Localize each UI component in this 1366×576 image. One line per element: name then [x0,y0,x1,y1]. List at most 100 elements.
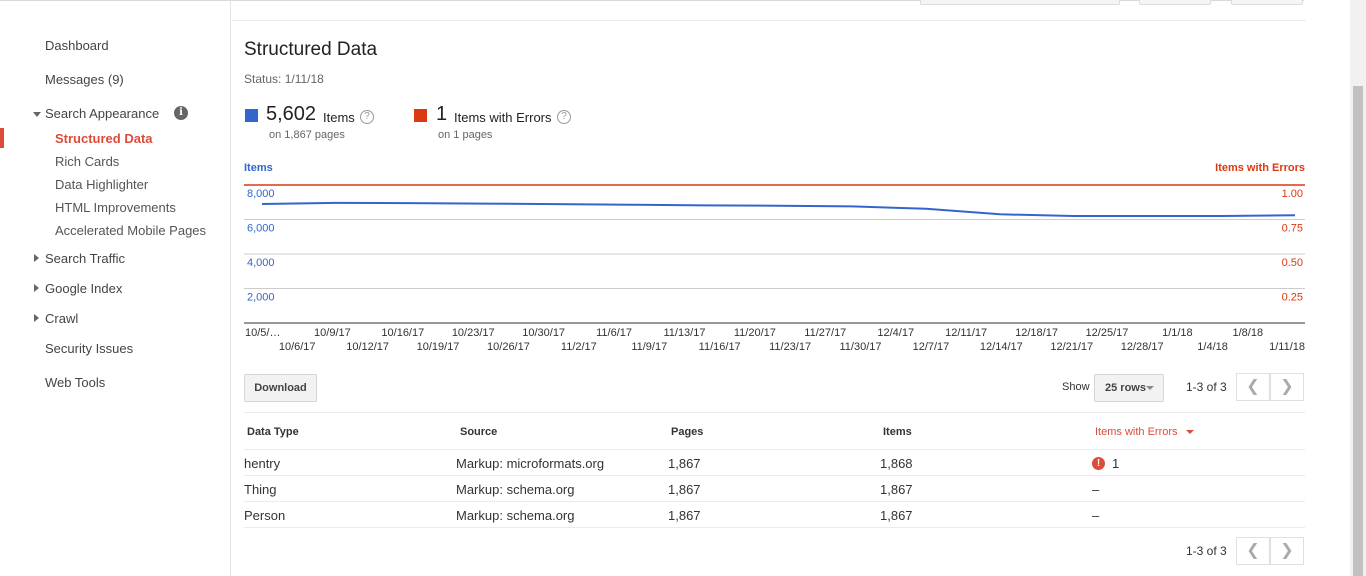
sidebar: Dashboard Messages (9) Search Appearance… [0,0,231,576]
scrollbar[interactable] [1350,0,1366,576]
help-icon[interactable]: ? [557,110,571,124]
col-header-source[interactable]: Source [460,426,497,438]
col-header-items-with-errors-label: Items with Errors [1095,426,1178,438]
col-header-pages[interactable]: Pages [671,426,703,438]
x-tick-label: 11/13/17 [663,327,705,339]
left-tick-label: 6,000 [247,223,275,235]
sidebar-item-web-tools[interactable]: Web Tools [45,375,105,390]
cell-items: 1,867 [880,508,913,523]
download-button[interactable]: Download [244,374,317,402]
x-tick-label: 12/18/17 [1015,327,1058,339]
x-tick-label: 10/23/17 [452,327,495,339]
range-label-bottom: 1-3 of 3 [1186,544,1227,558]
items-chart: Items Items with Errors 8,000 6,000 4,000 2,0… [244,162,1305,353]
sort-desc-icon [1185,430,1194,435]
next-page-button-bottom[interactable]: ❯ [1270,537,1304,565]
info-icon[interactable]: i [174,106,188,120]
cell-pages: 1,867 [668,456,701,471]
cell-items: 1,868 [880,456,913,471]
sidebar-item-security-issues[interactable]: Security Issues [45,341,133,356]
x-tick-label: 1/11/18 [1269,341,1305,353]
sidebar-item-rich-cards[interactable]: Rich Cards [55,154,119,169]
x-tick-label: 12/25/17 [1086,327,1129,339]
sidebar-item-dashboard[interactable]: Dashboard [45,38,109,53]
cell-items-with-errors: – [1092,508,1100,523]
range-label-top: 1-3 of 3 [1186,380,1227,394]
x-tick-label: 11/20/17 [734,327,776,339]
cell-data-type[interactable]: Person [244,508,285,523]
x-tick-label: 10/9/17 [314,327,351,339]
x-tick-label: 1/4/18 [1197,341,1228,353]
sidebar-item-crawl[interactable]: Crawl [45,311,78,326]
sidebar-item-search-traffic[interactable]: Search Traffic [45,251,125,266]
status-date: Status: 1/11/18 [244,72,324,86]
left-tick-label: 2,000 [247,292,275,304]
show-label: Show [1062,381,1090,393]
help-icon[interactable]: ? [360,110,374,124]
x-tick-label: 10/16/17 [381,327,424,339]
left-tick-label: 8,000 [247,188,275,200]
col-header-items[interactable]: Items [883,426,912,438]
x-tick-label: 1/8/18 [1232,327,1263,339]
prev-page-button-bottom[interactable]: ❮ [1236,537,1270,565]
x-tick-label: 10/19/17 [417,341,460,353]
chevron-right-icon[interactable] [34,284,39,292]
cell-items-with-errors: – [1092,482,1100,497]
cell-data-type[interactable]: Thing [244,482,277,497]
col-header-items-with-errors[interactable]: Items with Errors [1095,426,1194,438]
items-label: Items [323,110,355,125]
error-icon: ! [1092,457,1105,470]
chevron-right-icon: ❯ [1280,542,1294,559]
cell-data-type[interactable]: hentry [244,456,280,471]
items-pages: on 1,867 pages [269,129,345,141]
top-control-partial[interactable] [920,0,1120,5]
cell-source: Markup: schema.org [456,482,575,497]
main-content: Structured Data Status: 1/11/18 5,602 It… [232,20,1306,576]
sidebar-item-data-highlighter[interactable]: Data Highlighter [55,177,148,192]
errors-count: 1 [436,103,448,125]
cell-pages: 1,867 [668,482,701,497]
sidebar-item-search-appearance[interactable]: Search Appearance [45,106,159,121]
row-divider [244,527,1305,528]
chevron-down-icon[interactable] [33,112,41,117]
page-title: Structured Data [244,39,378,60]
x-tick-label: 11/23/17 [769,341,811,353]
x-tick-label: 1/1/18 [1162,327,1193,339]
right-tick-label: 0.50 [1282,257,1303,269]
cell-pages: 1,867 [668,508,701,523]
sidebar-item-structured-data[interactable]: Structured Data [55,131,153,146]
col-header-data-type[interactable]: Data Type [247,426,299,438]
chevron-left-icon: ❮ [1246,378,1260,395]
sidebar-item-amp[interactable]: Accelerated Mobile Pages [55,223,206,238]
chevron-right-icon[interactable] [34,254,39,262]
x-tick-label: 12/11/17 [945,327,987,339]
top-button-partial[interactable] [1139,0,1211,5]
scrollbar-thumb[interactable] [1353,86,1363,576]
row-divider [244,475,1305,476]
header-divider [244,449,1305,450]
rows-select-value: 25 rows [1105,382,1146,394]
sidebar-item-html-improvements[interactable]: HTML Improvements [55,200,176,215]
x-tick-label: 12/28/17 [1121,341,1164,353]
series-line-items [261,201,1296,217]
rows-select[interactable]: 25 rows [1094,374,1164,402]
right-tick-label: 0.75 [1282,223,1303,235]
chevron-right-icon: ❯ [1280,378,1294,395]
x-tick-label: 11/16/17 [699,341,741,353]
top-button-partial-2[interactable] [1231,0,1303,5]
left-axis-label: Items [244,162,273,174]
next-page-button[interactable]: ❯ [1270,373,1304,401]
items-legend-swatch [245,109,258,122]
x-tick-label: 10/6/17 [279,341,316,353]
errors-legend-swatch [414,109,427,122]
errors-pages: on 1 pages [438,129,493,141]
errors-label: Items with Errors [454,110,552,125]
sidebar-item-messages[interactable]: Messages (9) [45,72,124,87]
x-tick-label: 11/27/17 [804,327,846,339]
chevron-right-icon[interactable] [34,314,39,322]
sidebar-item-google-index[interactable]: Google Index [45,281,122,296]
right-tick-label: 1.00 [1282,188,1303,200]
prev-page-button[interactable]: ❮ [1236,373,1270,401]
cell-source: Markup: microformats.org [456,456,605,471]
chevron-left-icon: ❮ [1246,542,1260,559]
